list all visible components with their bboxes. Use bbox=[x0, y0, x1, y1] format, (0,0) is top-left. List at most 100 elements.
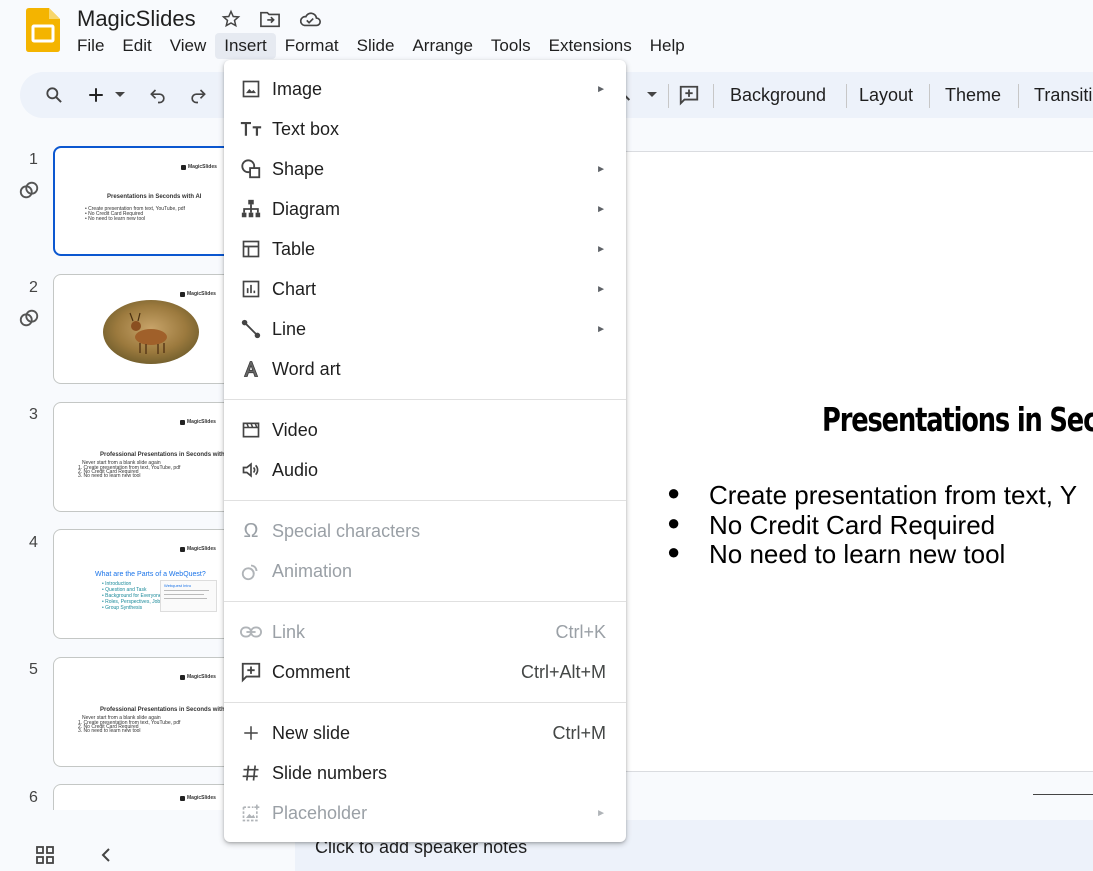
menu-edit[interactable]: Edit bbox=[113, 33, 160, 59]
menu-format[interactable]: Format bbox=[276, 33, 348, 59]
menu-item-placeholder[interactable]: Placeholder ► bbox=[224, 793, 626, 833]
cloud-saved-icon[interactable] bbox=[298, 7, 322, 31]
menu-view[interactable]: View bbox=[161, 33, 216, 59]
menu-bar: File Edit View Insert Format Slide Arran… bbox=[68, 33, 694, 59]
menu-item-diagram[interactable]: Diagram ► bbox=[224, 189, 626, 229]
menu-item-line[interactable]: Line ► bbox=[224, 309, 626, 349]
plus-icon bbox=[239, 721, 263, 745]
thumb-brand: MagicSlides bbox=[180, 674, 216, 680]
menu-item-link[interactable]: Link Ctrl+K bbox=[224, 612, 626, 652]
menu-file[interactable]: File bbox=[68, 33, 113, 59]
toolbar-divider bbox=[713, 84, 714, 108]
slide-number: 1 bbox=[29, 151, 38, 168]
menu-insert[interactable]: Insert bbox=[215, 33, 276, 59]
menu-divider bbox=[224, 500, 626, 501]
menu-extensions[interactable]: Extensions bbox=[540, 33, 641, 59]
menu-item-label: Video bbox=[272, 419, 318, 440]
thumb-brand: MagicSlides bbox=[180, 419, 216, 425]
menu-item-slide-numbers[interactable]: Slide numbers bbox=[224, 753, 626, 793]
menu-item-label: Placeholder bbox=[272, 802, 368, 823]
menu-item-shape[interactable]: Shape ► bbox=[224, 149, 626, 189]
redo-icon[interactable] bbox=[186, 83, 210, 107]
menu-arrange[interactable]: Arrange bbox=[403, 33, 481, 59]
move-folder-icon[interactable] bbox=[258, 7, 282, 31]
menu-item-label: Line bbox=[272, 318, 307, 339]
add-comment-icon[interactable] bbox=[677, 83, 701, 107]
comment-icon bbox=[239, 660, 263, 684]
collapse-filmstrip-icon[interactable] bbox=[96, 845, 116, 865]
grid-view-icon[interactable] bbox=[35, 845, 55, 865]
thumb-brand: MagicSlides bbox=[180, 291, 216, 297]
submenu-arrow-icon: ► bbox=[596, 83, 606, 95]
slide-bullet[interactable]: ● No Credit Card Required bbox=[667, 510, 995, 541]
submenu-arrow-icon: ► bbox=[596, 243, 606, 255]
slides-logo[interactable] bbox=[26, 8, 60, 52]
thumb-title: Professional Presentations in Seconds wi… bbox=[100, 452, 233, 458]
slide-thumbnail-2[interactable]: MagicSlides bbox=[53, 274, 253, 384]
submenu-arrow-icon: ► bbox=[596, 323, 606, 335]
menu-item-label: Special characters bbox=[272, 520, 421, 541]
menu-tools[interactable]: Tools bbox=[482, 33, 540, 59]
slide-thumbnail-3[interactable]: MagicSlides Professional Presentations i… bbox=[53, 402, 253, 512]
menu-item-label: Table bbox=[272, 238, 316, 259]
star-icon[interactable] bbox=[219, 7, 243, 31]
thumb-brand: MagicSlides bbox=[180, 546, 216, 552]
toolbar-divider bbox=[846, 84, 847, 108]
line-tool-dropdown-icon[interactable] bbox=[642, 83, 662, 107]
thumb-line: • No need to learn new tool bbox=[85, 216, 146, 222]
slide-thumbnail-5[interactable]: MagicSlides Professional Presentations i… bbox=[53, 657, 253, 767]
toolbar-divider bbox=[1018, 84, 1019, 108]
notes-resize-handle[interactable] bbox=[1033, 794, 1093, 795]
search-menus-icon[interactable] bbox=[42, 83, 66, 107]
menu-item-text-box[interactable]: Text box bbox=[224, 109, 626, 149]
menu-item-label: Link bbox=[272, 621, 306, 642]
background-button[interactable]: Background bbox=[730, 84, 826, 106]
menu-item-shortcut: Ctrl+Alt+M bbox=[520, 661, 606, 682]
menu-slide[interactable]: Slide bbox=[348, 33, 404, 59]
menu-item-label: Comment bbox=[272, 661, 351, 682]
table-icon bbox=[239, 237, 263, 261]
thumb-brand: MagicSlides bbox=[181, 164, 217, 170]
menu-item-label: Chart bbox=[272, 278, 317, 299]
link-icon bbox=[239, 620, 263, 644]
transition-button[interactable]: Transiti bbox=[1034, 84, 1092, 106]
undo-icon[interactable] bbox=[146, 83, 170, 107]
thumb-embedded-image: Webquest Intro bbox=[160, 580, 217, 612]
menu-item-audio[interactable]: Audio bbox=[224, 450, 626, 490]
bullet-text: Create presentation from text, Y bbox=[709, 480, 1078, 510]
thumb-side-title: Webquest Intro bbox=[164, 583, 192, 588]
toolbar-divider bbox=[668, 84, 669, 108]
menu-item-comment[interactable]: Comment Ctrl+Alt+M bbox=[224, 652, 626, 692]
menu-item-animation[interactable]: Animation bbox=[224, 551, 626, 591]
menu-help[interactable]: Help bbox=[641, 33, 694, 59]
submenu-arrow-icon: ► bbox=[596, 807, 606, 819]
menu-item-image[interactable]: Image ► bbox=[224, 69, 626, 109]
layout-button[interactable]: Layout bbox=[859, 84, 913, 106]
menu-item-chart[interactable]: Chart ► bbox=[224, 269, 626, 309]
document-title[interactable]: MagicSlides bbox=[77, 6, 196, 32]
slide-number: 4 bbox=[29, 534, 38, 551]
slide-title[interactable]: Presentations in Seco bbox=[822, 400, 1093, 439]
thumb-title: What are the Parts of a WebQuest? bbox=[95, 571, 206, 578]
menu-item-label: Word art bbox=[272, 358, 341, 379]
slide-number: 5 bbox=[29, 661, 38, 678]
menu-item-table[interactable]: Table ► bbox=[224, 229, 626, 269]
theme-button[interactable]: Theme bbox=[945, 84, 1001, 106]
menu-item-video[interactable]: Video bbox=[224, 410, 626, 450]
menu-item-new-slide[interactable]: New slide Ctrl+M bbox=[224, 713, 626, 753]
menu-item-word-art[interactable]: Word art bbox=[224, 349, 626, 389]
slide-thumbnail-4[interactable]: MagicSlides What are the Parts of a WebQ… bbox=[53, 529, 253, 639]
slide-thumbnail-6[interactable]: MagicSlides bbox=[53, 784, 253, 810]
image-icon bbox=[239, 77, 263, 101]
menu-item-label: Animation bbox=[272, 560, 353, 581]
slide-thumbnail-1[interactable]: MagicSlides Presentations in Seconds wit… bbox=[53, 146, 253, 256]
slide-bullet[interactable]: ● No need to learn new tool bbox=[667, 539, 1005, 570]
submenu-arrow-icon: ► bbox=[596, 203, 606, 215]
menu-item-special-characters[interactable]: Ω Special characters bbox=[224, 511, 626, 551]
slide-bullet[interactable]: ● Create presentation from text, Y bbox=[667, 480, 1077, 511]
text-box-icon bbox=[239, 117, 263, 141]
diagram-icon bbox=[239, 197, 263, 221]
new-slide-dropdown-icon[interactable] bbox=[110, 83, 130, 107]
submenu-arrow-icon: ► bbox=[596, 283, 606, 295]
new-slide-plus-icon[interactable] bbox=[84, 83, 108, 107]
